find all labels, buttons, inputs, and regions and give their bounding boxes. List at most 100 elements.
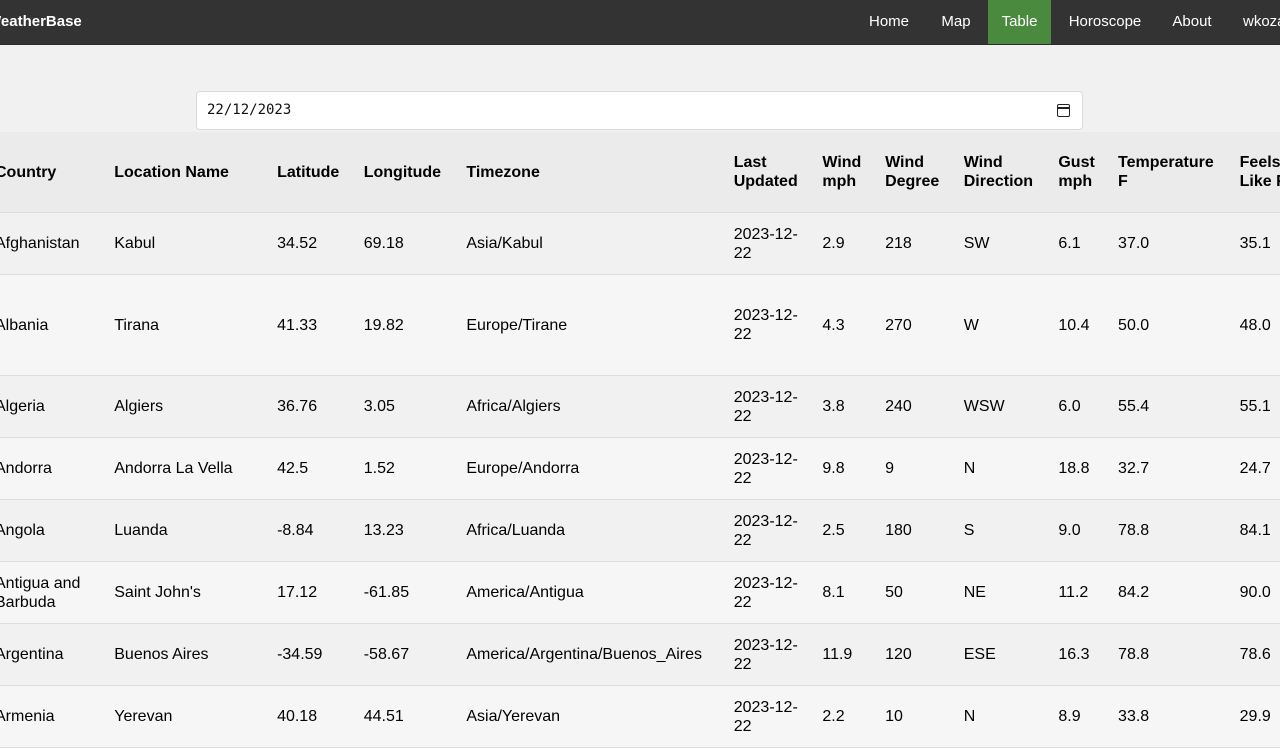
- cell-gust-mph: 16.3: [1050, 623, 1111, 686]
- nav-about-link[interactable]: About: [1159, 0, 1225, 44]
- cell-longitude: 19.82: [355, 274, 459, 376]
- cell-temperature: 55.4: [1110, 375, 1232, 438]
- cell-wind-mph: 3.8: [814, 375, 878, 438]
- cell-longitude: 13.23: [355, 499, 459, 562]
- cell-wind-degree: 218: [877, 212, 956, 275]
- cell-country: Albania: [0, 274, 107, 376]
- table-header-row: Country Location Name Latitude Longitude…: [0, 132, 1280, 213]
- cell-location: Algiers: [106, 375, 270, 438]
- cell-longitude: 69.18: [355, 212, 459, 275]
- calendar-icon[interactable]: [1057, 104, 1070, 117]
- cell-feels-like: 84.1: [1231, 499, 1280, 562]
- cell-longitude: 44.51: [355, 685, 459, 748]
- nav-horoscope-link[interactable]: Horoscope: [1051, 0, 1159, 44]
- cell-temperature: 32.7: [1110, 437, 1232, 500]
- nav-map-link[interactable]: Map: [925, 0, 987, 44]
- cell-location: Andorra La Vella: [106, 437, 270, 500]
- cell-wind-direction: WSW: [955, 375, 1051, 438]
- cell-wind-direction: ESE: [955, 623, 1051, 686]
- cell-location: Kabul: [106, 212, 270, 275]
- brand-logo[interactable]: WeatherBase: [0, 0, 110, 44]
- weather-table: Country Location Name Latitude Longitude…: [0, 132, 1280, 748]
- cell-feels-like: 55.1: [1231, 375, 1280, 438]
- table-row: Albania Tirana 41.33 19.82 Europe/Tirane…: [0, 274, 1280, 376]
- cell-latitude: 42.5: [269, 437, 356, 500]
- cell-longitude: 1.52: [355, 437, 459, 500]
- cell-timezone: Europe/Tirane: [458, 274, 726, 376]
- cell-last-updated: 2023-12-22: [725, 623, 815, 686]
- cell-country: Armenia: [0, 685, 107, 748]
- cell-wind-mph: 11.9: [814, 623, 878, 686]
- top-navbar: WeatherBase Home Map Table Horoscope Abo…: [0, 0, 1280, 45]
- cell-gust-mph: 8.9: [1050, 685, 1111, 748]
- cell-wind-degree: 120: [877, 623, 956, 686]
- cell-feels-like: 90.0: [1231, 561, 1280, 624]
- cell-country: Andorra: [0, 437, 107, 500]
- cell-country: Angola: [0, 499, 107, 562]
- cell-timezone: Asia/Kabul: [458, 212, 726, 275]
- cell-wind-degree: 270: [877, 274, 956, 376]
- cell-longitude: 3.05: [355, 375, 459, 438]
- cell-temperature: 37.0: [1110, 212, 1232, 275]
- header-country: Country: [0, 132, 107, 213]
- cell-timezone: Africa/Luanda: [458, 499, 726, 562]
- cell-wind-mph: 2.5: [814, 499, 878, 562]
- cell-location: Luanda: [106, 499, 270, 562]
- header-wind-direction: Wind Direction: [955, 132, 1051, 213]
- cell-country: Argentina: [0, 623, 107, 686]
- cell-temperature: 33.8: [1110, 685, 1232, 748]
- cell-feels-like: 24.7: [1231, 437, 1280, 500]
- cell-wind-direction: SW: [955, 212, 1051, 275]
- cell-timezone: America/Argentina/Buenos_Aires: [458, 623, 726, 686]
- cell-wind-direction: NE: [955, 561, 1051, 624]
- cell-gust-mph: 10.4: [1050, 274, 1111, 376]
- header-wind-degree: Wind Degree: [877, 132, 956, 213]
- cell-gust-mph: 18.8: [1050, 437, 1111, 500]
- header-wind-mph: Wind mph: [814, 132, 878, 213]
- nav-home-link[interactable]: Home: [853, 0, 925, 44]
- cell-timezone: Africa/Algiers: [458, 375, 726, 438]
- cell-last-updated: 2023-12-22: [725, 437, 815, 500]
- header-feels-like-f: Feels Like F: [1231, 132, 1280, 213]
- cell-wind-degree: 240: [877, 375, 956, 438]
- table-row: Andorra Andorra La Vella 42.5 1.52 Europ…: [0, 437, 1280, 500]
- header-longitude: Longitude: [355, 132, 459, 213]
- cell-latitude: 40.18: [269, 685, 356, 748]
- cell-location: Tirana: [106, 274, 270, 376]
- nav-user-link[interactable]: wkoza: [1225, 0, 1280, 44]
- brand-name[interactable]: WeatherBase: [0, 13, 82, 30]
- cell-wind-direction: N: [955, 437, 1051, 500]
- cell-latitude: 41.33: [269, 274, 356, 376]
- cell-wind-direction: N: [955, 685, 1051, 748]
- header-temperature-f: Temperature F: [1110, 132, 1232, 213]
- header-location: Location Name: [106, 132, 270, 213]
- cell-last-updated: 2023-12-22: [725, 561, 815, 624]
- table-row: Angola Luanda -8.84 13.23 Africa/Luanda …: [0, 499, 1280, 562]
- cell-wind-mph: 2.2: [814, 685, 878, 748]
- cell-country: Antigua and Barbuda: [0, 561, 107, 624]
- cell-wind-direction: S: [955, 499, 1051, 562]
- nav-table-link[interactable]: Table: [988, 0, 1051, 44]
- table-row: Algeria Algiers 36.76 3.05 Africa/Algier…: [0, 375, 1280, 438]
- date-input[interactable]: 22/12/2023: [196, 91, 1083, 130]
- cell-gust-mph: 11.2: [1050, 561, 1111, 624]
- header-last-updated: Last Updated: [725, 132, 815, 213]
- cell-location: Saint John's: [106, 561, 270, 624]
- cell-temperature: 78.8: [1110, 623, 1232, 686]
- header-latitude: Latitude: [269, 132, 356, 213]
- cell-gust-mph: 6.0: [1050, 375, 1111, 438]
- cell-timezone: America/Antigua: [458, 561, 726, 624]
- weather-table-container: Country Location Name Latitude Longitude…: [0, 132, 1280, 748]
- cell-longitude: -61.85: [355, 561, 459, 624]
- cell-last-updated: 2023-12-22: [725, 212, 815, 275]
- cell-feels-like: 35.1: [1231, 212, 1280, 275]
- cell-last-updated: 2023-12-22: [725, 274, 815, 376]
- cell-wind-degree: 50: [877, 561, 956, 624]
- cell-wind-mph: 8.1: [814, 561, 878, 624]
- cell-country: Algeria: [0, 375, 107, 438]
- cell-temperature: 50.0: [1110, 274, 1232, 376]
- cell-latitude: 17.12: [269, 561, 356, 624]
- table-row: Armenia Yerevan 40.18 44.51 Asia/Yerevan…: [0, 685, 1280, 748]
- header-gust-mph: Gust mph: [1050, 132, 1111, 213]
- cell-country: Afghanistan: [0, 212, 107, 275]
